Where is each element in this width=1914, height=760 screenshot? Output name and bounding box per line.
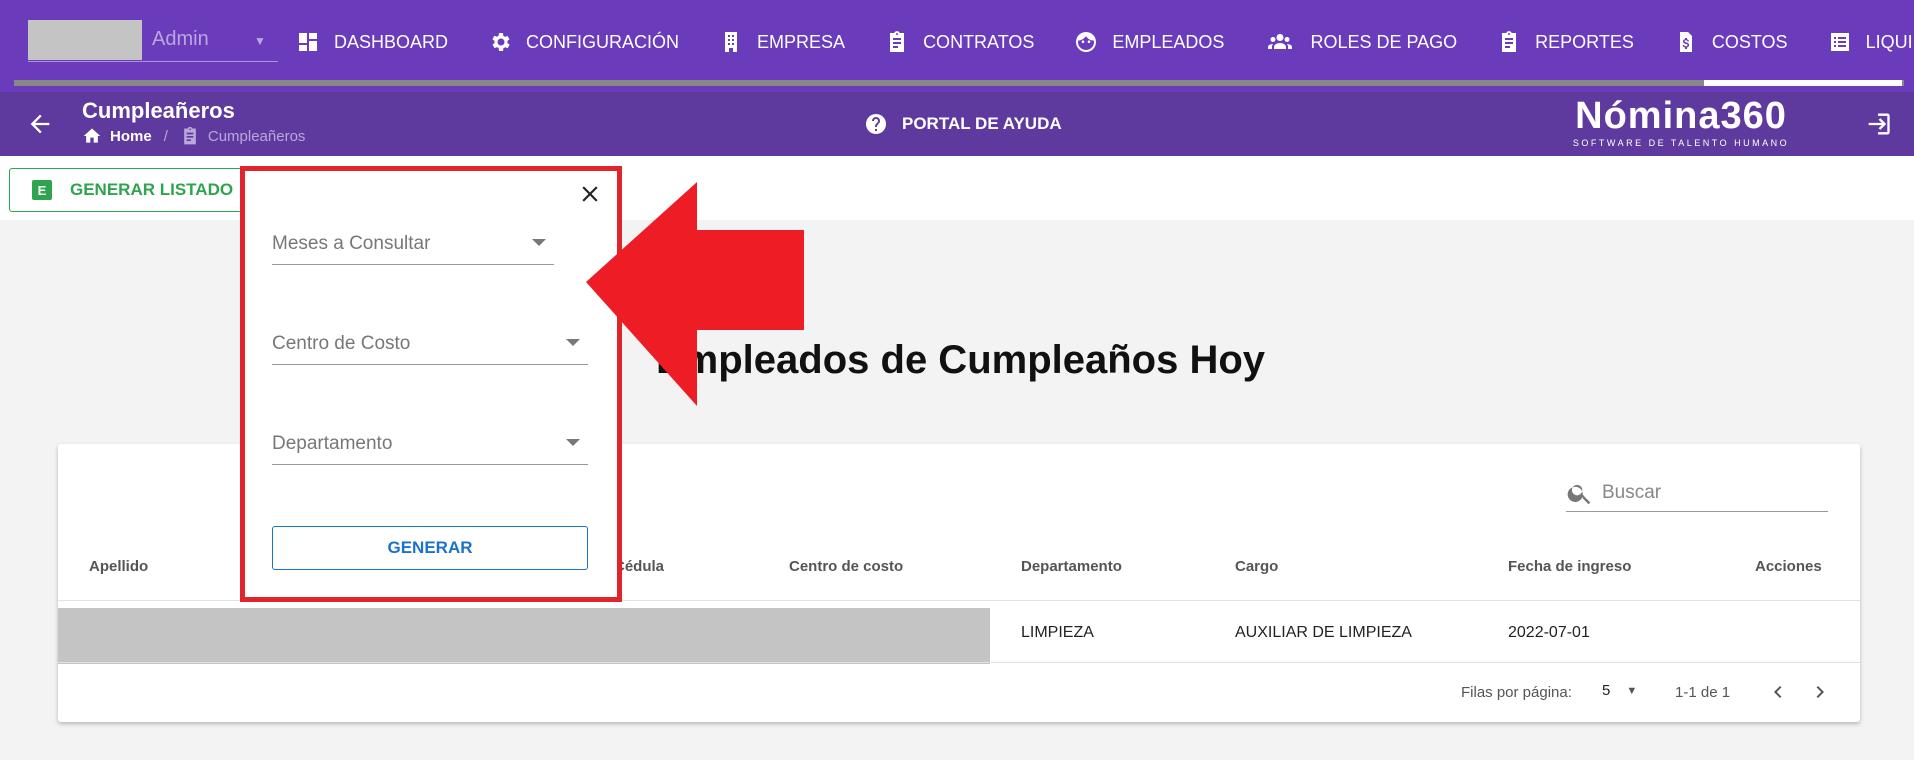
nav-label: COSTOS [1711,31,1788,52]
building-icon [725,32,738,52]
breadcrumb-current-label: Cumpleañeros [207,127,306,145]
search-input[interactable] [1602,481,1802,504]
people-icon [1268,34,1293,49]
nav-scrollbar[interactable] [14,80,1904,86]
nav-item-costos[interactable]: COSTOS [1674,30,1788,54]
logout-button[interactable] [1864,110,1892,138]
face-icon [1076,32,1097,52]
generate-button[interactable]: GENERAR [272,526,588,570]
cell-fecha-ingreso: 2022-07-01 [1508,624,1590,641]
clipboard-icon [1502,31,1517,52]
column-header-acciones: Acciones [1755,558,1822,575]
column-header-apellido[interactable]: Apellido [89,558,148,575]
nav-label: CONTRATOS [923,31,1035,52]
user-name: Admin [152,28,209,50]
search-box[interactable] [1566,474,1828,512]
nav-label: CONFIGURACIÓN [526,31,680,52]
red-arrow-annotation [586,182,804,406]
search-icon [1567,484,1591,504]
rows-per-page-label: Filas por página: [1461,684,1572,701]
nav-item-empresa[interactable]: EMPRESA [719,30,845,54]
chevron-left-icon [1774,686,1782,698]
nav-label: EMPLEADOS [1112,31,1225,52]
column-header-cargo[interactable]: Cargo [1235,558,1278,575]
breadcrumb-home[interactable]: Home [82,126,152,146]
page-title: Cumpleañeros [82,98,235,123]
column-header-centro-costo[interactable]: Centro de costo [789,558,903,575]
cost-center-select[interactable]: Centro de Costo [272,319,588,365]
top-navbar: Admin ▼ DASHBOARD CONFIGURACIÓN EMPRESA … [0,0,1914,92]
generate-list-label: GENERAR LISTADO [70,180,234,199]
caret-down-icon: ▼ [254,34,266,48]
caret-down-icon: ▼ [1626,684,1638,697]
help-label: PORTAL DE AYUDA [902,114,1062,133]
months-select[interactable]: Meses a Consultar [272,219,554,265]
avatar [28,20,142,60]
department-select-label: Departamento [272,433,393,454]
user-selector[interactable]: Admin ▼ [28,20,278,62]
logo-subtitle: SOFTWARE DE TALENTO HUMANO [1572,138,1790,148]
nav-item-configuracion[interactable]: CONFIGURACIÓN [488,30,679,54]
page-header: Cumpleañeros Home / Cumpleañeros PORTAL … [0,92,1914,156]
next-page-button[interactable] [1806,678,1834,706]
main-menu: DASHBOARD CONFIGURACIÓN EMPRESA CONTRATO… [296,24,1914,60]
breadcrumb-current: Cumpleañeros [180,126,306,146]
nav-item-dashboard[interactable]: DASHBOARD [296,30,448,54]
help-portal-link[interactable]: PORTAL DE AYUDA [864,112,1062,136]
logo-main-text: Nómina360 [1575,95,1787,137]
redacted-cells [58,608,990,664]
row-divider [58,662,1860,663]
department-select[interactable]: Departamento [272,419,588,465]
logout-icon [1868,113,1890,135]
breadcrumb: Home / Cumpleañeros [82,126,305,146]
filter-popup: Meses a Consultar Centro de Costo Depart… [240,166,622,602]
nav-item-liquidaciones[interactable]: LIQUIDACIONES [1828,30,1914,54]
cell-departamento: LIMPIEZA [1021,624,1094,641]
column-header-fecha-ingreso[interactable]: Fecha de ingreso [1508,558,1631,575]
breadcrumb-separator: / [163,127,168,145]
dollar-file-icon [1679,32,1692,52]
dashboard-icon [299,33,317,51]
nav-item-roles-de-pago[interactable]: ROLES DE PAGO [1264,30,1457,54]
cost-center-select-label: Centro de Costo [272,333,411,354]
home-icon [83,128,101,143]
list-icon [1830,33,1849,51]
gear-icon [492,33,510,51]
caret-down-icon [532,239,546,246]
back-button[interactable] [26,110,54,138]
nav-label: REPORTES [1535,31,1634,52]
caret-down-icon [566,339,580,346]
nav-item-contratos[interactable]: CONTRATOS [885,30,1034,54]
nav-label: EMPRESA [757,31,846,52]
nomina360-logo: Nómina360 SOFTWARE DE TALENTO HUMANO [1566,94,1796,152]
nav-label: ROLES DE PAGO [1310,31,1458,52]
pagination-range: 1-1 de 1 [1675,684,1731,701]
rows-per-page-select[interactable]: 5 ▼ [1602,682,1637,699]
rows-per-page-value: 5 [1602,682,1611,699]
months-select-label: Meses a Consultar [272,233,431,254]
clipboard-icon [890,31,905,52]
generate-list-button[interactable]: E GENERAR LISTADO [9,168,259,212]
nav-label: DASHBOARD [334,31,449,52]
excel-icon: E [32,180,52,200]
chevron-right-icon [1816,686,1824,698]
help-icon [866,114,886,134]
cell-cargo: AUXILIAR DE LIMPIEZA [1235,624,1412,641]
prev-page-button[interactable] [1764,678,1792,706]
nav-item-empleados[interactable]: EMPLEADOS [1074,30,1224,54]
nav-scrollbar-thumb[interactable] [1704,80,1902,86]
clipboard-icon [184,126,196,145]
breadcrumb-home-label: Home [110,127,152,145]
column-header-departamento[interactable]: Departamento [1021,558,1122,575]
nav-label: LIQUIDACIONES [1865,31,1914,52]
nav-item-reportes[interactable]: REPORTES [1497,30,1634,54]
caret-down-icon [566,439,580,446]
arrow-back-icon [30,114,50,134]
